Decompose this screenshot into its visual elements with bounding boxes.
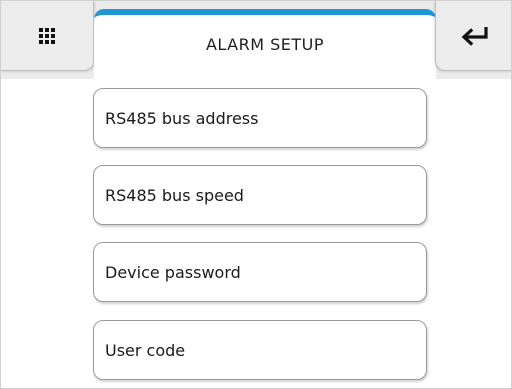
back-button[interactable] <box>435 1 511 71</box>
page-title: ALARM SETUP <box>205 35 325 54</box>
menu-item-label: RS485 bus speed <box>105 185 244 205</box>
menu-item-rs485-bus-speed[interactable]: RS485 bus speed <box>93 165 427 225</box>
menu-item-rs485-bus-address[interactable]: RS485 bus address <box>93 88 427 148</box>
menu-item-label: User code <box>105 340 186 360</box>
title-tab: ALARM SETUP <box>94 9 436 84</box>
grid-icon <box>39 27 55 44</box>
menu-item-label: RS485 bus address <box>105 108 259 128</box>
menu-button[interactable] <box>1 1 94 71</box>
menu-list: RS485 bus address RS485 bus speed Device… <box>1 79 511 388</box>
return-arrow-icon <box>461 26 488 46</box>
menu-item-device-password[interactable]: Device password <box>93 242 427 302</box>
menu-item-user-code[interactable]: User code <box>93 320 427 380</box>
alarm-setup-screen: ALARM SETUP RS485 bus address RS485 bus … <box>0 0 512 389</box>
menu-item-label: Device password <box>105 262 241 282</box>
header-bar: ALARM SETUP <box>1 1 511 84</box>
